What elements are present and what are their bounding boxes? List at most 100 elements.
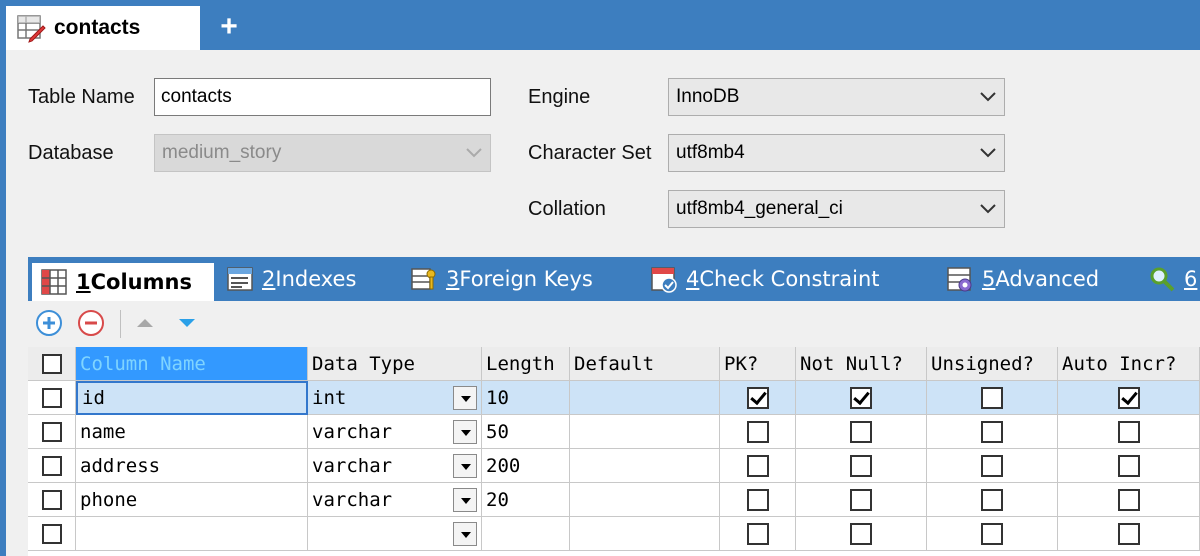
row-default-cell[interactable] bbox=[570, 517, 720, 551]
row-type-value: varchar bbox=[312, 488, 393, 511]
table-name-label: Table Name bbox=[28, 86, 135, 108]
checkbox-icon bbox=[981, 488, 1003, 511]
document-tab-contacts[interactable]: contacts bbox=[6, 6, 200, 50]
row-not-null-checkbox[interactable] bbox=[796, 381, 927, 415]
row-select-checkbox[interactable] bbox=[28, 517, 76, 551]
engine-select[interactable]: InnoDB bbox=[668, 78, 1005, 116]
database-value: medium_story bbox=[162, 142, 282, 163]
column-header-auto-incr[interactable]: Auto Incr? bbox=[1058, 347, 1200, 381]
advanced-settings-icon bbox=[947, 267, 972, 292]
column-header-default[interactable]: Default bbox=[570, 347, 720, 381]
row-pk-checkbox[interactable] bbox=[720, 381, 796, 415]
collation-value: utf8mb4_general_ci bbox=[676, 198, 843, 219]
collation-select[interactable]: utf8mb4_general_ci bbox=[668, 190, 1005, 228]
row-type-cell[interactable]: varchar bbox=[308, 449, 482, 483]
checkbox-icon bbox=[41, 489, 62, 510]
tab-columns[interactable]: 1 Columns bbox=[32, 263, 214, 301]
row-pk-checkbox[interactable] bbox=[720, 415, 796, 449]
collation-label: Collation bbox=[528, 198, 606, 220]
database-label: Database bbox=[28, 142, 114, 164]
add-column-icon[interactable] bbox=[34, 308, 64, 338]
row-auto-incr-checkbox[interactable] bbox=[1058, 483, 1200, 517]
row-length-cell[interactable]: 20 bbox=[482, 483, 570, 517]
row-name-cell[interactable]: id bbox=[76, 381, 308, 415]
row-name-value: name bbox=[80, 420, 126, 443]
row-default-cell[interactable] bbox=[570, 381, 720, 415]
row-type-cell[interactable]: varchar bbox=[308, 483, 482, 517]
column-header-pk[interactable]: PK? bbox=[720, 347, 796, 381]
move-up-icon[interactable] bbox=[130, 308, 160, 338]
row-length-cell[interactable]: 10 bbox=[482, 381, 570, 415]
row-unsigned-checkbox[interactable] bbox=[927, 483, 1058, 517]
row-name-cell[interactable] bbox=[76, 517, 308, 551]
charset-label: Character Set bbox=[528, 142, 652, 164]
charset-select[interactable]: utf8mb4 bbox=[668, 134, 1005, 172]
chevron-down-icon[interactable] bbox=[453, 454, 477, 478]
row-length-cell[interactable]: 50 bbox=[482, 415, 570, 449]
column-header-type[interactable]: Data Type bbox=[308, 347, 482, 381]
checkbox-icon bbox=[850, 454, 872, 477]
chevron-down-icon[interactable] bbox=[453, 522, 477, 546]
row-unsigned-checkbox[interactable] bbox=[927, 517, 1058, 551]
row-length-cell[interactable]: 200 bbox=[482, 449, 570, 483]
database-select[interactable]: medium_story bbox=[154, 134, 491, 172]
checkbox-icon bbox=[746, 454, 769, 477]
tab-indexes[interactable]: 2 Indexes bbox=[226, 257, 356, 301]
remove-column-icon[interactable] bbox=[76, 308, 106, 338]
row-name-cell[interactable]: address bbox=[76, 449, 308, 483]
row-default-cell[interactable] bbox=[570, 415, 720, 449]
row-pk-checkbox[interactable] bbox=[720, 483, 796, 517]
tab-indexes-number: 2 bbox=[262, 267, 276, 291]
row-unsigned-checkbox[interactable] bbox=[927, 381, 1058, 415]
row-auto-incr-checkbox[interactable] bbox=[1058, 449, 1200, 483]
row-type-cell[interactable] bbox=[308, 517, 482, 551]
tab-foreign-keys[interactable]: 3 Foreign Keys bbox=[410, 257, 593, 301]
row-auto-incr-checkbox[interactable] bbox=[1058, 517, 1200, 551]
add-tab-button[interactable]: + bbox=[214, 10, 244, 44]
checkbox-icon bbox=[981, 454, 1003, 477]
table-name-input[interactable] bbox=[154, 78, 491, 116]
column-header-label: Data Type bbox=[312, 352, 415, 375]
chevron-down-icon[interactable] bbox=[453, 488, 477, 512]
tab-indexes-label: Indexes bbox=[275, 267, 357, 291]
row-pk-checkbox[interactable] bbox=[720, 449, 796, 483]
column-header-name[interactable]: Column Name bbox=[76, 347, 308, 381]
row-select-checkbox[interactable] bbox=[28, 483, 76, 517]
tab-advanced[interactable]: 5 Advanced bbox=[946, 257, 1099, 301]
checkbox-icon bbox=[41, 387, 62, 408]
row-type-cell[interactable]: varchar bbox=[308, 415, 482, 449]
row-unsigned-checkbox[interactable] bbox=[927, 449, 1058, 483]
row-not-null-checkbox[interactable] bbox=[796, 449, 927, 483]
row-default-cell[interactable] bbox=[570, 483, 720, 517]
tab-check-constraint[interactable]: 4 Check Constraint bbox=[650, 257, 880, 301]
row-auto-incr-checkbox[interactable] bbox=[1058, 415, 1200, 449]
check-constraint-icon bbox=[651, 267, 677, 293]
row-not-null-checkbox[interactable] bbox=[796, 483, 927, 517]
row-length-value: 10 bbox=[486, 386, 509, 409]
table-edit-icon bbox=[17, 15, 46, 43]
chevron-down-icon[interactable] bbox=[453, 420, 477, 444]
row-length-cell[interactable] bbox=[482, 517, 570, 551]
tab-columns-number: 1 bbox=[76, 270, 91, 294]
row-type-cell[interactable]: int bbox=[308, 381, 482, 415]
column-header-not-null[interactable]: Not Null? bbox=[796, 347, 927, 381]
checkbox-icon bbox=[746, 386, 769, 409]
row-name-cell[interactable]: name bbox=[76, 415, 308, 449]
column-header-length[interactable]: Length bbox=[482, 347, 570, 381]
row-name-value: phone bbox=[80, 488, 138, 511]
row-name-cell[interactable]: phone bbox=[76, 483, 308, 517]
row-pk-checkbox[interactable] bbox=[720, 517, 796, 551]
chevron-down-icon[interactable] bbox=[453, 386, 477, 410]
row-default-cell[interactable] bbox=[570, 449, 720, 483]
column-header-unsigned[interactable]: Unsigned? bbox=[927, 347, 1058, 381]
row-unsigned-checkbox[interactable] bbox=[927, 415, 1058, 449]
move-down-icon[interactable] bbox=[172, 308, 202, 338]
row-select-checkbox[interactable] bbox=[28, 415, 76, 449]
row-not-null-checkbox[interactable] bbox=[796, 415, 927, 449]
row-select-checkbox[interactable] bbox=[28, 449, 76, 483]
row-select-checkbox[interactable] bbox=[28, 381, 76, 415]
tab-preview[interactable]: 6 bbox=[1148, 257, 1197, 301]
row-not-null-checkbox[interactable] bbox=[796, 517, 927, 551]
row-auto-incr-checkbox[interactable] bbox=[1058, 381, 1200, 415]
select-all-checkbox[interactable] bbox=[28, 347, 76, 381]
